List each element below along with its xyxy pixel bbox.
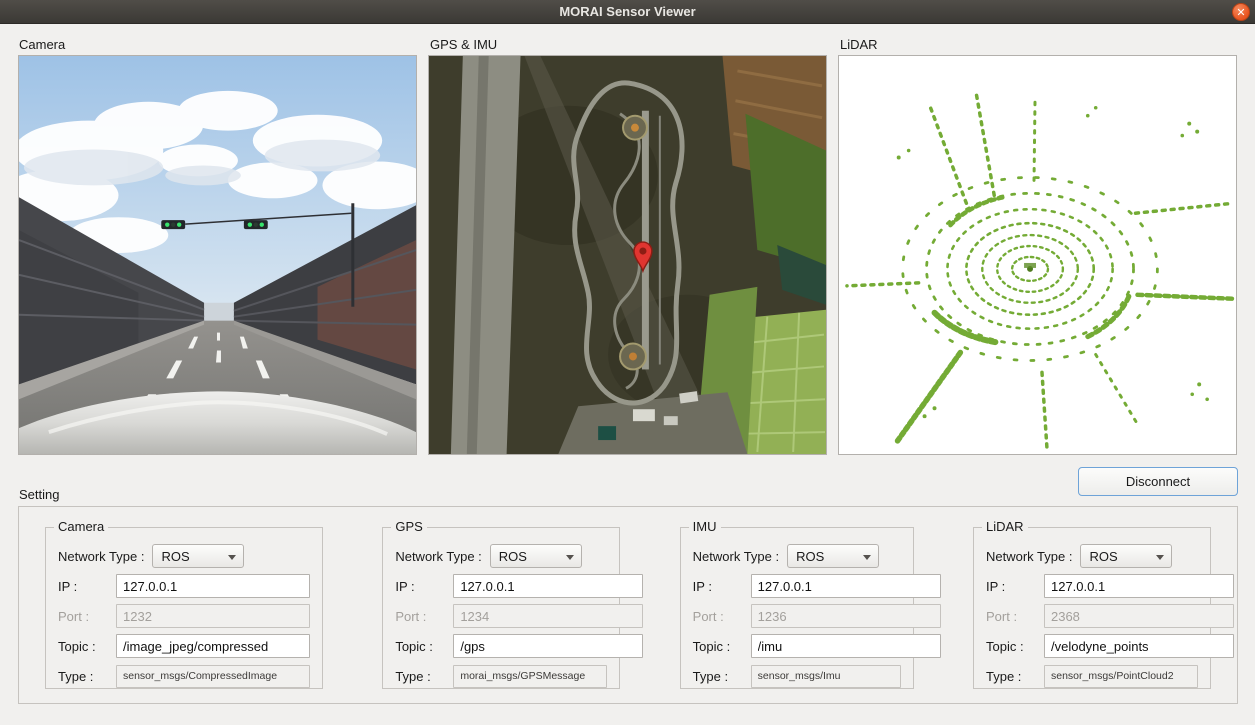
gps-port-label: Port : [395,609,453,624]
gps-imu-panel-label: GPS & IMU [430,37,497,52]
gps-type-label: Type : [395,669,453,684]
imu-topic-input[interactable] [751,634,941,658]
chevron-down-icon [228,555,236,560]
lidar-ip-input[interactable] [1044,574,1234,598]
camera-type-label: Type : [58,669,116,684]
imu-settings-group: IMU Network Type : ROS IP : Port : Topic… [680,527,914,689]
camera-group-title: Camera [54,519,108,534]
camera-view-panel [18,55,417,455]
setting-groupbox: Camera Network Type : ROS IP : Port : To… [18,506,1238,704]
lidar-settings-group: LiDAR Network Type : ROS IP : Port : Top… [973,527,1211,689]
imu-ip-label: IP : [693,579,751,594]
camera-topic-input[interactable] [116,634,310,658]
lidar-network-type-select[interactable]: ROS [1080,544,1172,568]
chevron-down-icon [863,555,871,560]
lidar-group-title: LiDAR [982,519,1028,534]
camera-network-type-label: Network Type : [58,549,144,564]
gps-network-type-label: Network Type : [395,549,481,564]
lidar-topic-input[interactable] [1044,634,1234,658]
imu-network-type-label: Network Type : [693,549,779,564]
gps-type-input [453,665,607,688]
imu-port-input [751,604,941,628]
gps-topic-input[interactable] [453,634,643,658]
chevron-down-icon [566,555,574,560]
satellite-map-image [429,56,826,454]
camera-port-label: Port : [58,609,116,624]
lidar-network-type-value: ROS [1089,549,1117,564]
gps-network-type-value: ROS [499,549,527,564]
lidar-network-type-label: Network Type : [986,549,1072,564]
lidar-view-panel [838,55,1237,455]
camera-ip-input[interactable] [116,574,310,598]
lidar-port-label: Port : [986,609,1044,624]
camera-topic-label: Topic : [58,639,116,654]
imu-network-type-select[interactable]: ROS [787,544,879,568]
imu-type-label: Type : [693,669,751,684]
setting-section-label: Setting [19,487,59,502]
disconnect-button[interactable]: Disconnect [1078,467,1238,496]
gps-port-input [453,604,643,628]
titlebar: MORAI Sensor Viewer ✕ [0,0,1255,24]
lidar-type-label: Type : [986,669,1044,684]
lidar-topic-label: Topic : [986,639,1044,654]
lidar-type-input [1044,665,1198,688]
gps-map-panel [428,55,827,455]
lidar-pointcloud-image [839,56,1236,454]
gps-settings-group: GPS Network Type : ROS IP : Port : Topic… [382,527,620,689]
lidar-port-input [1044,604,1234,628]
chevron-down-icon [1156,555,1164,560]
gps-network-type-select[interactable]: ROS [490,544,582,568]
imu-network-type-value: ROS [796,549,824,564]
camera-type-input [116,665,310,688]
imu-port-label: Port : [693,609,751,624]
imu-type-input [751,665,901,688]
camera-panel-label: Camera [19,37,65,52]
camera-network-type-value: ROS [161,549,189,564]
close-icon[interactable]: ✕ [1232,3,1250,21]
camera-feed-image [19,56,416,454]
camera-network-type-select[interactable]: ROS [152,544,244,568]
camera-ip-label: IP : [58,579,116,594]
gps-group-title: GPS [391,519,426,534]
imu-ip-input[interactable] [751,574,941,598]
imu-topic-label: Topic : [693,639,751,654]
camera-port-input [116,604,310,628]
lidar-ip-label: IP : [986,579,1044,594]
imu-group-title: IMU [689,519,721,534]
window-title: MORAI Sensor Viewer [559,4,695,19]
gps-ip-label: IP : [395,579,453,594]
camera-settings-group: Camera Network Type : ROS IP : Port : To… [45,527,323,689]
gps-ip-input[interactable] [453,574,643,598]
lidar-panel-label: LiDAR [840,37,878,52]
gps-topic-label: Topic : [395,639,453,654]
